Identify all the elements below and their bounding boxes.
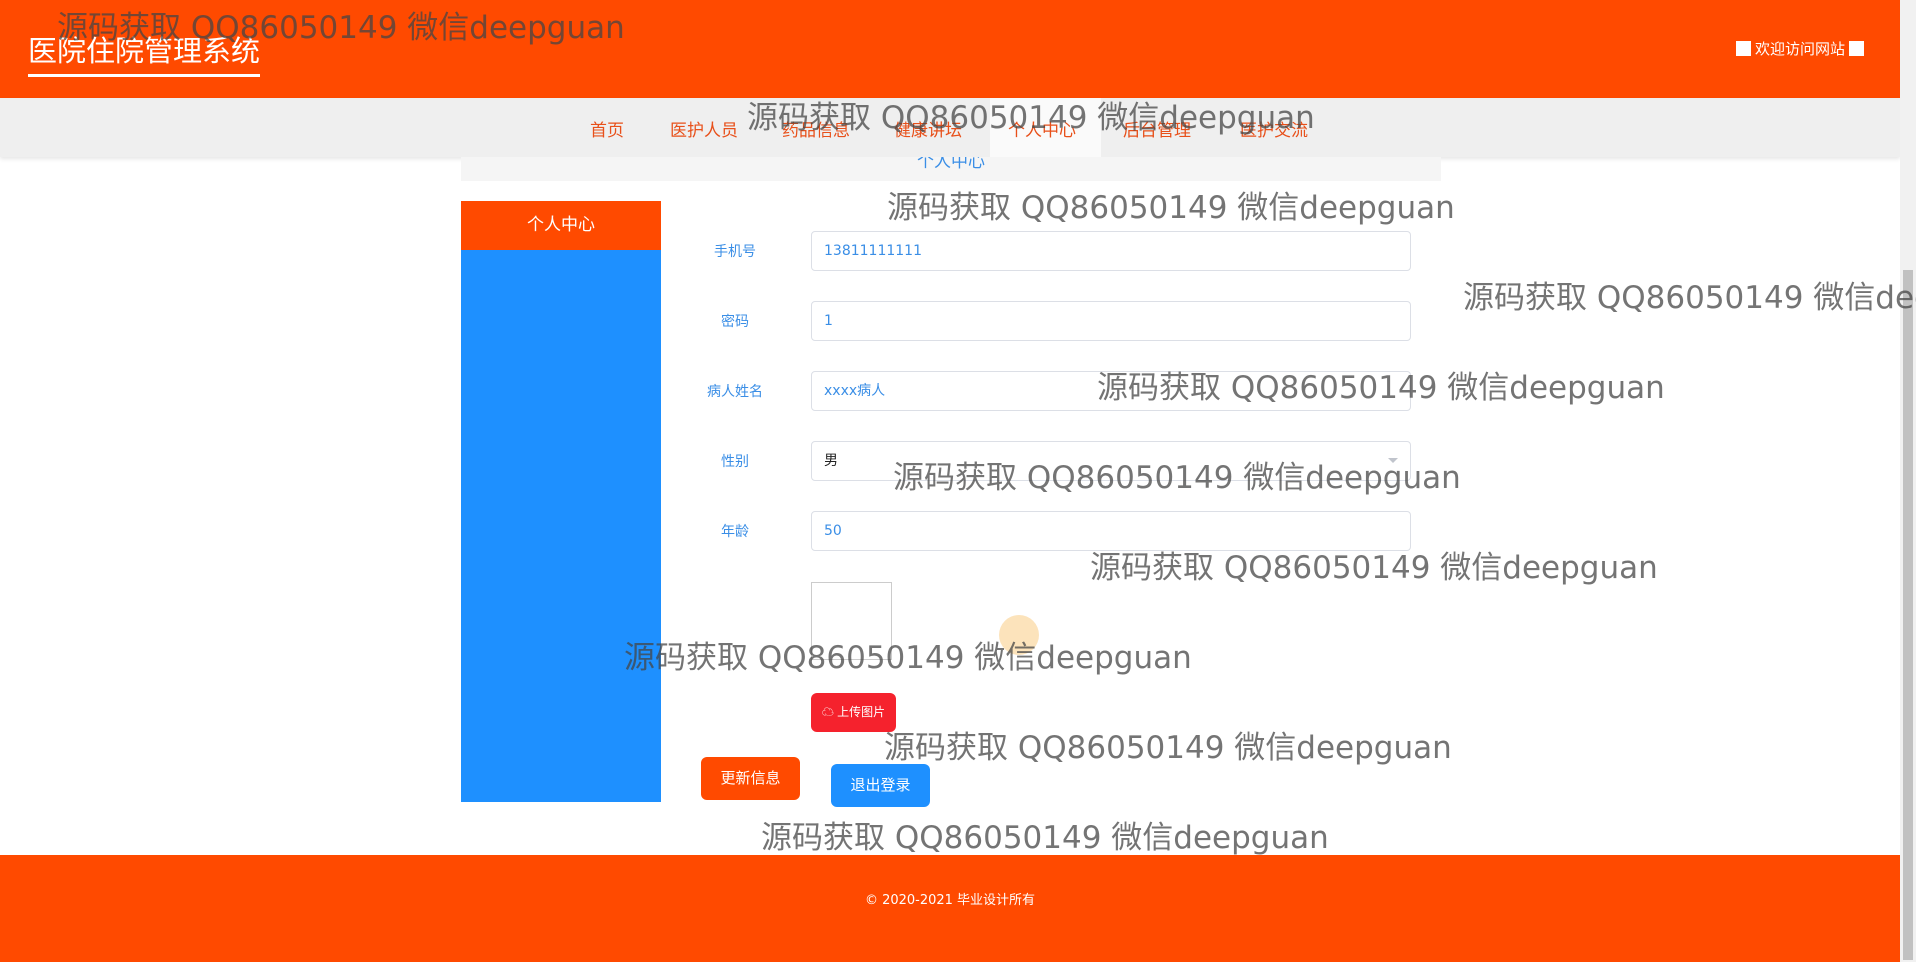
cloud-upload-icon: ☁ [821, 705, 838, 719]
square-icon [1735, 41, 1751, 56]
nav-home[interactable]: 首页 [590, 116, 624, 141]
nav-exchange[interactable]: 医护交流 [1240, 116, 1308, 141]
watermark: 源码获取 QQ86050149 微信deepguan [624, 640, 1192, 676]
footer: © 2020-2021 毕业设计所有 [0, 855, 1900, 962]
logout-button[interactable]: 退出登录 [831, 764, 930, 807]
chevron-down-icon [1388, 458, 1398, 468]
welcome-link[interactable]: 欢迎访问网站 [1735, 38, 1864, 59]
nav-personal-center[interactable]: 个人中心 [1008, 116, 1076, 141]
welcome-text: 欢迎访问网站 [1754, 40, 1845, 58]
scrollbar[interactable] [1900, 0, 1916, 962]
sidebar: 个人中心 [461, 201, 661, 802]
password-label: 密码 [721, 314, 749, 330]
watermark: 源码获取 QQ86050149 微信deepguan [884, 730, 1452, 766]
nav-forum[interactable]: 健康讲坛 [894, 116, 962, 141]
password-input[interactable]: 1 [811, 301, 1411, 341]
scrollbar-thumb[interactable] [1903, 270, 1913, 960]
square-icon [1849, 41, 1864, 56]
main-nav: 首页 医护人员 药品信息 健康讲坛 个人中心 后台管理 医护交流 [0, 98, 1900, 157]
sidebar-title[interactable]: 个人中心 [461, 201, 661, 250]
name-label: 病人姓名 [707, 384, 763, 400]
nav-medicine[interactable]: 药品信息 [782, 116, 850, 141]
nav-staff[interactable]: 医护人员 [670, 116, 738, 141]
upload-image-button[interactable]: ☁ 上传图片 [811, 693, 896, 732]
watermark: 源码获取 QQ86050149 微信deepguan [761, 820, 1329, 856]
breadcrumb: 个人中心 [461, 157, 1441, 181]
site-title[interactable]: 医院住院管理系统 [28, 28, 261, 77]
age-input[interactable]: 50 [811, 511, 1411, 551]
watermark: 源码获取 QQ86050149 微信deepguan [1463, 280, 1916, 316]
watermark: 源码获取 QQ86050149 微信deepguan [887, 190, 1455, 226]
age-label: 年龄 [721, 524, 749, 540]
avatar-image [811, 582, 892, 660]
phone-label: 手机号 [714, 244, 756, 260]
header: 医院住院管理系统 欢迎访问网站 [0, 0, 1900, 98]
upload-label: 上传图片 [837, 705, 886, 719]
phone-input[interactable]: 13811111111 [811, 231, 1411, 271]
nav-admin[interactable]: 后台管理 [1123, 116, 1191, 141]
gender-label: 性别 [721, 454, 749, 470]
gender-select[interactable]: 男 [811, 441, 1411, 481]
gender-value: 男 [824, 453, 838, 469]
update-info-button[interactable]: 更新信息 [701, 757, 800, 800]
mouse-cursor [999, 615, 1039, 655]
name-input[interactable]: xxxx病人 [811, 371, 1411, 411]
